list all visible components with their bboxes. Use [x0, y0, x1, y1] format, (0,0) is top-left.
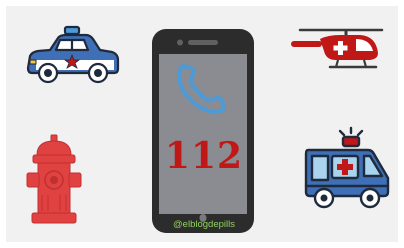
emergency-number: 112	[164, 135, 244, 177]
illustration-canvas: 112 @elblogdepills	[0, 0, 404, 248]
phone-handset-icon	[176, 64, 226, 114]
helicopter-icon	[291, 28, 384, 69]
fire-hydrant-icon	[26, 134, 82, 224]
ambulance-icon	[304, 126, 390, 209]
police-car-icon	[26, 25, 120, 84]
mobile-phone-icon	[152, 29, 254, 233]
watermark-credit: @elblogdepills	[173, 219, 235, 230]
